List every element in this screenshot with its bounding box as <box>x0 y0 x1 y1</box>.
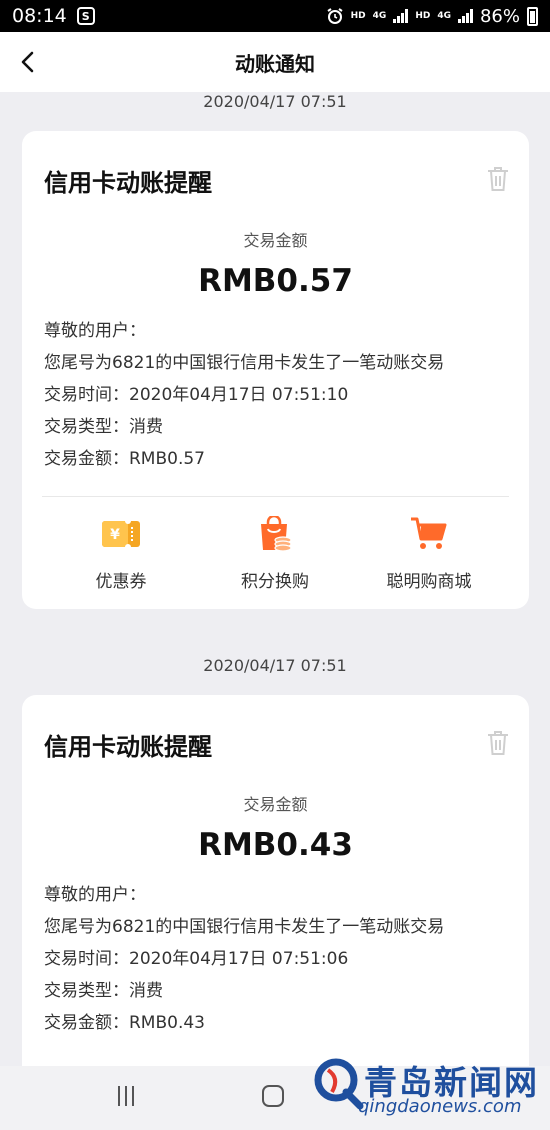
coupon-button[interactable]: ¥ 优惠券 <box>46 515 196 601</box>
transaction-amount: 交易金额：RMB0.43 <box>44 1013 205 1033</box>
watermark-url: qingdaonews.com <box>358 1096 522 1117</box>
page-title: 动账通知 <box>235 51 315 76</box>
watermark-logo-icon <box>314 1058 364 1110</box>
battery-percent: 86% <box>479 5 520 27</box>
network-hd-2: HD <box>415 11 431 21</box>
signal-icon-2 <box>457 9 473 23</box>
status-time: 08:14 <box>12 5 67 27</box>
card-title: 信用卡动账提醒 <box>44 733 212 761</box>
transaction-time: 交易时间：2020年04月17日 07:51:10 <box>44 385 349 405</box>
greeting-text: 尊敬的用户： <box>44 885 146 905</box>
amount-label: 交易金额 <box>243 795 308 814</box>
shopping-bag-coins-icon <box>255 515 295 553</box>
app-notification-icon: S <box>76 7 95 25</box>
trash-icon <box>488 167 508 191</box>
delete-button[interactable] <box>485 729 511 757</box>
message-text: 您尾号为6821的中国银行信用卡发生了一笔动账交易 <box>44 917 445 937</box>
network-4g-2: 4G <box>437 11 451 21</box>
trash-icon <box>488 731 508 755</box>
points-exchange-button[interactable]: 积分换购 <box>200 515 350 601</box>
points-exchange-label: 积分换购 <box>241 572 309 592</box>
shopping-cart-icon <box>409 515 449 553</box>
recent-apps-button[interactable] <box>118 1086 134 1106</box>
svg-text:¥: ¥ <box>110 527 120 543</box>
notification-timestamp: 2020/04/17 07:51 <box>203 656 347 675</box>
amount-value: RMB0.57 <box>198 263 353 299</box>
transaction-type: 交易类型：消费 <box>44 417 163 437</box>
notification-card[interactable]: 信用卡动账提醒 交易金额 RMB0.57 尊敬的用户： 您尾号为6821的中国银… <box>22 131 529 609</box>
coupon-icon: ¥ <box>101 515 141 553</box>
network-hd-1: HD <box>350 11 366 21</box>
amount-value: RMB0.43 <box>198 827 353 863</box>
chevron-left-icon <box>21 51 34 73</box>
amount-label: 交易金额 <box>243 231 308 250</box>
smart-mall-button[interactable]: 聪明购商城 <box>354 515 504 601</box>
transaction-amount: 交易金额：RMB0.57 <box>44 449 205 469</box>
alarm-icon <box>327 8 343 24</box>
transaction-time: 交易时间：2020年04月17日 07:51:06 <box>44 949 349 969</box>
greeting-text: 尊敬的用户： <box>44 321 146 341</box>
home-button[interactable] <box>262 1085 284 1107</box>
back-button[interactable] <box>12 46 44 78</box>
signal-icon-1 <box>393 9 409 23</box>
coupon-label: 优惠券 <box>95 572 147 592</box>
divider <box>42 496 509 497</box>
network-4g-1: 4G <box>372 11 387 21</box>
navigation-bar: 动账通知 <box>0 32 550 92</box>
battery-icon <box>527 6 538 26</box>
notification-card[interactable]: 信用卡动账提醒 交易金额 RMB0.43 尊敬的用户： 您尾号为6821的中国银… <box>22 695 529 1066</box>
watermark: 青岛新闻网 qingdaonews.com <box>310 1056 550 1130</box>
delete-button[interactable] <box>485 165 511 193</box>
smart-mall-label: 聪明购商城 <box>386 572 472 592</box>
notification-list[interactable]: 2020/04/17 07:51 信用卡动账提醒 交易金额 RMB0.57 尊敬… <box>0 92 550 1066</box>
notification-timestamp: 2020/04/17 07:51 <box>203 92 347 111</box>
transaction-type: 交易类型：消费 <box>44 981 163 1001</box>
card-title: 信用卡动账提醒 <box>44 169 212 197</box>
message-text: 您尾号为6821的中国银行信用卡发生了一笔动账交易 <box>44 353 445 373</box>
status-bar: 08:14 S HD 4G HD 4G 86% <box>0 0 550 32</box>
